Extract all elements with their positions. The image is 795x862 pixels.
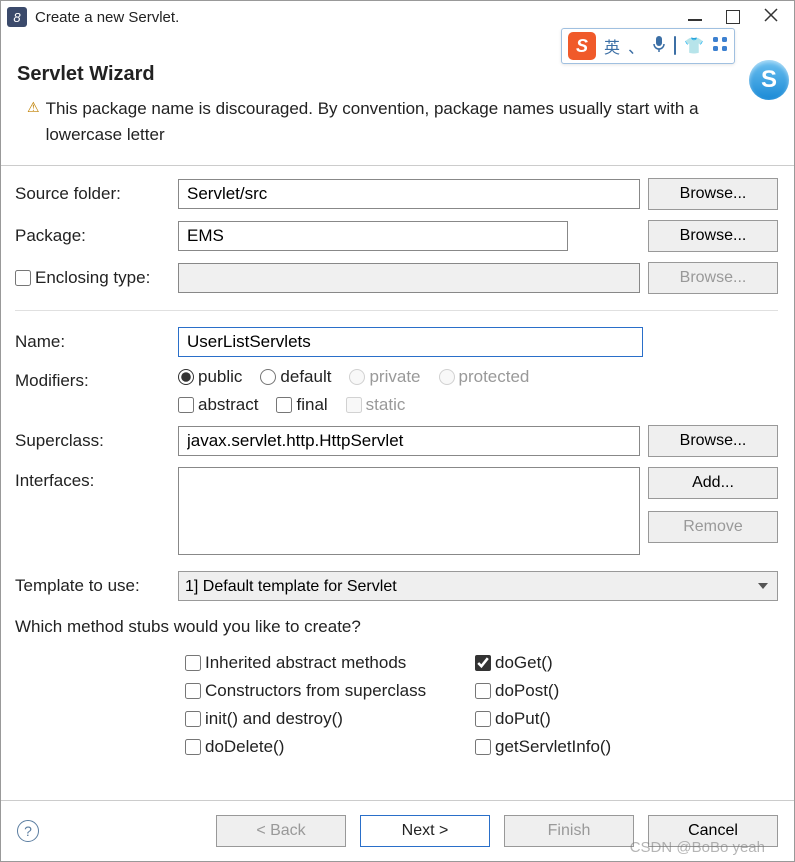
- inherited-checkbox[interactable]: [185, 655, 201, 671]
- enclosing-type-input: [178, 263, 640, 293]
- getservletinfo-checkbox[interactable]: [475, 739, 491, 755]
- skype-icon[interactable]: S: [749, 60, 789, 100]
- sogou-icon[interactable]: S: [568, 32, 596, 60]
- ime-lang-label[interactable]: 英: [604, 34, 620, 58]
- browse-enclosing-button: Browse...: [648, 262, 778, 294]
- enclosing-type-label: Enclosing type:: [35, 268, 150, 288]
- static-checkbox: [346, 397, 362, 413]
- browse-package-button[interactable]: Browse...: [648, 220, 778, 252]
- name-label: Name:: [15, 332, 170, 352]
- protected-radio: [439, 369, 455, 385]
- app-icon: 8: [7, 7, 27, 27]
- default-radio[interactable]: [260, 369, 276, 385]
- window-title: Create a new Servlet.: [35, 9, 179, 26]
- private-radio: [349, 369, 365, 385]
- template-select[interactable]: 1] Default template for Servlet: [178, 571, 778, 601]
- shirt-icon[interactable]: 👕: [684, 36, 704, 56]
- add-interface-button[interactable]: Add...: [648, 467, 778, 499]
- stubs-question: Which method stubs would you like to cre…: [15, 617, 778, 637]
- abstract-checkbox[interactable]: [178, 397, 194, 413]
- back-button: < Back: [216, 815, 346, 847]
- interfaces-list[interactable]: [178, 467, 640, 555]
- constructors-checkbox[interactable]: [185, 683, 201, 699]
- help-icon[interactable]: ?: [17, 820, 39, 842]
- remove-interface-button: Remove: [648, 511, 778, 543]
- package-input[interactable]: [178, 221, 568, 251]
- template-label: Template to use:: [15, 576, 170, 596]
- keyboard-icon[interactable]: [674, 37, 676, 55]
- package-label: Package:: [15, 226, 170, 246]
- superclass-input[interactable]: [178, 426, 640, 456]
- finish-button: Finish: [504, 815, 634, 847]
- superclass-label: Superclass:: [15, 431, 170, 451]
- public-radio[interactable]: [178, 369, 194, 385]
- browse-source-button[interactable]: Browse...: [648, 178, 778, 210]
- dodelete-checkbox[interactable]: [185, 739, 201, 755]
- final-checkbox[interactable]: [276, 397, 292, 413]
- modifiers-label: Modifiers:: [15, 367, 170, 391]
- name-input[interactable]: [178, 327, 643, 357]
- enclosing-type-checkbox[interactable]: [15, 270, 31, 286]
- doput-checkbox[interactable]: [475, 711, 491, 727]
- apps-icon[interactable]: [712, 36, 728, 57]
- browse-superclass-button[interactable]: Browse...: [648, 425, 778, 457]
- init-destroy-checkbox[interactable]: [185, 711, 201, 727]
- source-folder-label: Source folder:: [15, 184, 170, 204]
- dopost-checkbox[interactable]: [475, 683, 491, 699]
- maximize-button[interactable]: [726, 10, 740, 24]
- microphone-icon[interactable]: [652, 35, 666, 58]
- warning-icon: ⚠: [27, 99, 40, 116]
- minimize-button[interactable]: [688, 13, 702, 21]
- doget-checkbox[interactable]: [475, 655, 491, 671]
- interfaces-label: Interfaces:: [15, 467, 170, 491]
- source-folder-input[interactable]: [178, 179, 640, 209]
- ime-toolbar[interactable]: S 英 、 👕: [561, 28, 735, 64]
- warning-text: This package name is discouraged. By con…: [46, 96, 778, 147]
- close-button[interactable]: [764, 8, 778, 27]
- wizard-title: Servlet Wizard: [17, 63, 778, 86]
- ime-punct-label[interactable]: 、: [628, 34, 644, 58]
- next-button[interactable]: Next >: [360, 815, 490, 847]
- cancel-button[interactable]: Cancel: [648, 815, 778, 847]
